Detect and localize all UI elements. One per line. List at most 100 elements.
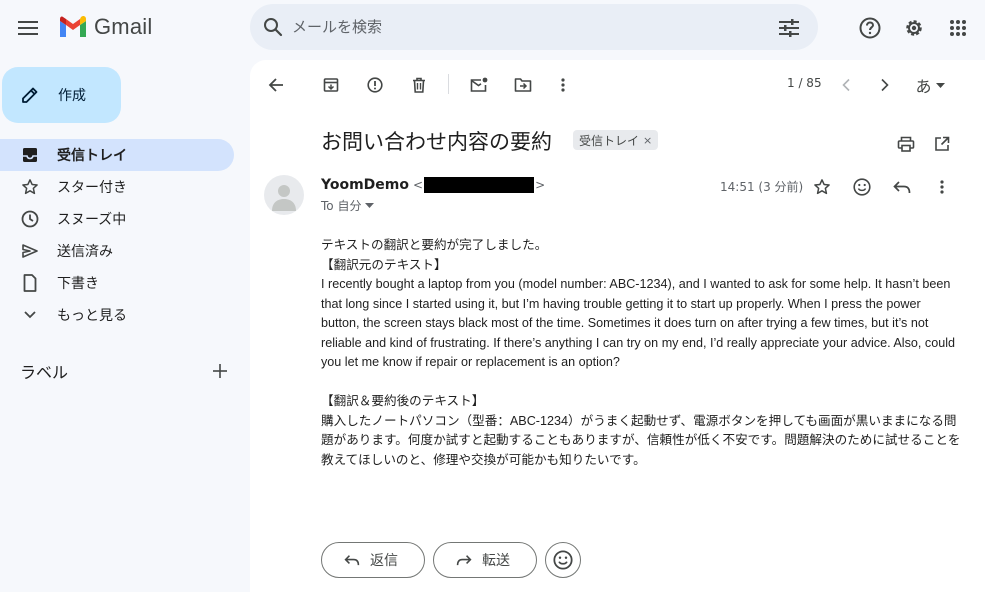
emoji-icon	[553, 550, 573, 570]
star-icon	[814, 179, 830, 195]
sidebar-item-label: もっと見る	[57, 308, 127, 324]
more-vert-icon	[561, 78, 565, 92]
caret-down-icon	[935, 82, 945, 88]
open-in-new-icon	[935, 136, 950, 151]
gmail-logo[interactable]: Gmail	[58, 14, 152, 40]
star-icon	[20, 177, 40, 197]
redacted-email	[424, 177, 535, 193]
star-button[interactable]	[808, 173, 836, 201]
emoji-reaction-button[interactable]	[545, 542, 581, 578]
more-vert-icon	[940, 180, 944, 194]
sidebar-item-label: スヌーズ中	[57, 212, 127, 228]
move-to-button[interactable]	[506, 68, 540, 102]
chevron-left-icon	[842, 78, 850, 92]
sidebar-item-starred[interactable]: スター付き	[0, 171, 234, 203]
search-options-button[interactable]	[776, 15, 802, 41]
body-source-heading: 【翻訳元のテキスト】	[321, 257, 447, 272]
newer-button[interactable]	[829, 68, 863, 102]
clock-icon	[20, 209, 40, 229]
delete-button[interactable]	[402, 68, 436, 102]
settings-button[interactable]	[896, 10, 932, 46]
toolbar-divider	[448, 74, 449, 94]
add-reaction-button[interactable]	[848, 173, 876, 201]
forward-button[interactable]: 転送	[433, 542, 537, 578]
print-icon	[897, 136, 915, 152]
person-icon	[272, 185, 296, 211]
sender-name[interactable]: YoomDemo	[321, 177, 409, 193]
print-button[interactable]	[892, 130, 920, 158]
search-bar	[250, 4, 818, 50]
open-new-window-button[interactable]	[928, 130, 956, 158]
main-menu-button[interactable]	[8, 8, 48, 48]
gear-icon	[906, 20, 922, 36]
pencil-icon	[18, 83, 42, 107]
sender-email: < >	[413, 177, 545, 193]
chip-label: 受信トレイ	[579, 133, 640, 148]
top-bar: Gmail	[0, 0, 985, 56]
hamburger-menu-icon	[18, 21, 38, 35]
trash-icon	[413, 77, 425, 93]
message-timestamp: 14:51 (3 分前)	[720, 180, 804, 194]
arrow-back-icon	[268, 78, 283, 92]
compose-label: 作成	[58, 88, 86, 104]
add-label-button[interactable]	[210, 361, 230, 381]
sidebar-nav: 受信トレイ スター付き スヌーズ中 送信済み 下書き もっと見る	[0, 139, 234, 331]
archive-button[interactable]	[314, 68, 348, 102]
gmail-m-icon	[60, 15, 86, 37]
search-input[interactable]	[292, 16, 762, 38]
sidebar-item-label: 送信済み	[57, 244, 113, 260]
compose-button[interactable]: 作成	[2, 67, 121, 123]
reply-icon	[893, 181, 911, 194]
sidebar-item-label: スター付き	[57, 180, 127, 196]
recipient-details-toggle[interactable]: To 自分	[321, 197, 375, 214]
forward-icon	[454, 550, 474, 570]
sidebar-item-label: 受信トレイ	[57, 148, 127, 164]
draft-icon	[20, 273, 40, 293]
labels-section-header: ラベル	[20, 358, 230, 384]
mark-unread-icon	[470, 77, 488, 92]
reply-icon-button[interactable]	[888, 173, 916, 201]
inbox-icon	[20, 145, 40, 165]
chevron-down-icon	[20, 305, 40, 325]
sidebar-item-snoozed[interactable]: スヌーズ中	[0, 203, 234, 235]
input-tools-button[interactable]: あ	[908, 68, 952, 102]
reply-icon	[342, 550, 362, 570]
recipient-label: To 自分	[321, 199, 362, 213]
help-button[interactable]	[852, 10, 888, 46]
emoji-icon	[853, 178, 871, 196]
apps-grid-icon	[950, 20, 966, 36]
older-button[interactable]	[868, 68, 902, 102]
sender-avatar[interactable]	[264, 175, 304, 215]
body-source-text: I recently bought a laptop from you (mod…	[321, 277, 955, 369]
mark-unread-button[interactable]	[462, 68, 496, 102]
more-actions-button[interactable]	[546, 68, 580, 102]
move-to-folder-icon	[514, 78, 532, 92]
body-result-heading: 【翻訳＆要約後のテキスト】	[321, 394, 485, 408]
email-bracket-open: <	[413, 178, 424, 192]
sender-line: YoomDemo < >	[321, 177, 545, 193]
sidebar-item-more[interactable]: もっと見る	[0, 299, 234, 331]
inbox-label-chip[interactable]: 受信トレイ ×	[573, 130, 659, 150]
search-icon	[264, 18, 283, 37]
sidebar-item-inbox[interactable]: 受信トレイ	[0, 139, 234, 171]
remove-label-button[interactable]: ×	[643, 134, 652, 147]
chevron-right-icon	[881, 78, 889, 92]
apps-button[interactable]	[940, 10, 976, 46]
sidebar-item-drafts[interactable]: 下書き	[0, 267, 234, 299]
report-icon	[367, 77, 383, 93]
help-icon	[859, 17, 881, 39]
sidebar-item-sent[interactable]: 送信済み	[0, 235, 234, 267]
back-button[interactable]	[259, 68, 293, 102]
report-spam-button[interactable]	[358, 68, 392, 102]
reply-label: 返信	[370, 553, 398, 569]
app-name: Gmail	[94, 14, 153, 39]
message-more-button[interactable]	[928, 173, 956, 201]
message-view: 1 / 85 あ お問い合わせ内容の要約 受信トレイ × YoomDemo < …	[250, 60, 985, 592]
send-icon	[20, 241, 40, 261]
search-button[interactable]	[260, 14, 286, 40]
reply-button[interactable]: 返信	[321, 542, 425, 578]
forward-label: 転送	[482, 553, 510, 569]
plus-icon	[213, 364, 227, 378]
message-subject: お問い合わせ内容の要約	[321, 130, 552, 154]
